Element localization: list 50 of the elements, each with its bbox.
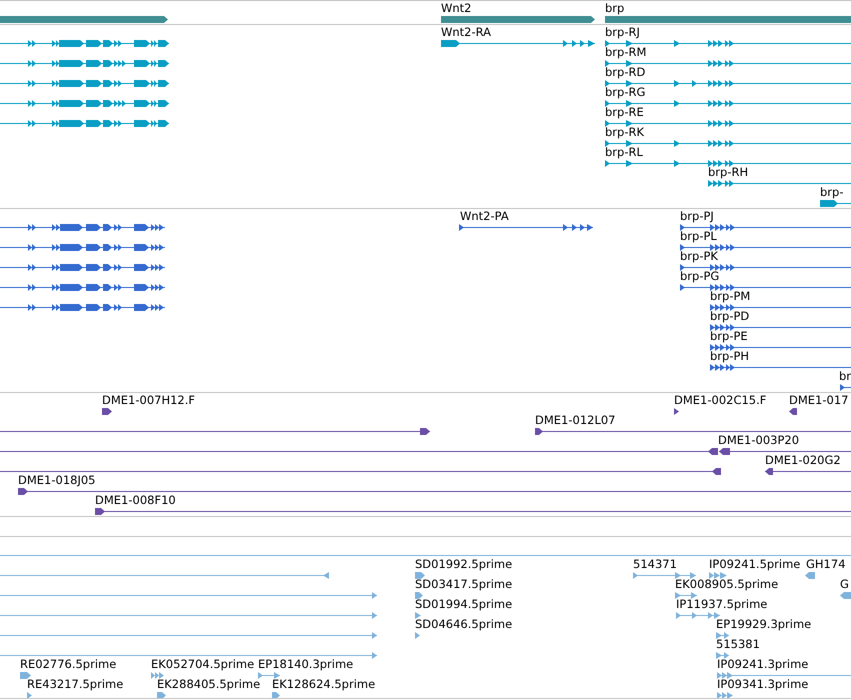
feature-label: GH174 — [806, 557, 846, 571]
feature-label: DME1-020G2 — [765, 453, 841, 467]
feature-label: DME1-007H12.F — [102, 393, 196, 407]
feature-label: brp-RD — [605, 65, 646, 79]
feature-label: brp- — [820, 185, 844, 199]
feature-label: DME1-003P20 — [718, 433, 800, 447]
feature-label: EK288405.5prime — [157, 677, 260, 691]
feature-label: SD04646.5prime — [415, 617, 512, 631]
feature-label: EK008905.5prime — [675, 577, 778, 591]
feature-label: brp-RG — [605, 85, 646, 99]
feature-label: 515381 — [716, 637, 760, 651]
feature-label: brp — [605, 1, 624, 15]
feature-label: brp-PL — [680, 229, 717, 243]
feature-label: SD01992.5prime — [415, 557, 512, 571]
feature-label: Wnt2 — [441, 1, 472, 15]
feature-label: brp-PJ — [680, 209, 714, 223]
feature-label: 514371 — [633, 557, 677, 571]
feature-label: EK052704.5prime — [151, 657, 254, 671]
feature-label: IP09241.3prime — [717, 657, 808, 671]
feature-label: brp-RM — [605, 45, 646, 59]
feature-label: RE02776.5prime — [20, 657, 116, 671]
feature-label: DME1-012L07 — [535, 413, 616, 427]
feature-label: IP11937.5prime — [676, 597, 768, 611]
feature-label: DME1-002C15.F — [674, 393, 766, 407]
feature-label: EP18140.3prime — [258, 657, 354, 671]
feature-label: Wnt2-RA — [441, 25, 492, 39]
feature-label: brp-PD — [710, 309, 750, 323]
feature-label: EP19929.3prime — [716, 617, 812, 631]
feature-label: DME1-018J05 — [18, 473, 96, 487]
feature-label: brp-PK — [680, 249, 718, 263]
feature-label: brp-RL — [605, 145, 643, 159]
feature-label: brp-PG — [680, 269, 720, 283]
feature-label: RE43217.5prime — [27, 677, 124, 691]
feature-label: IP09241.5prime — [709, 557, 800, 571]
feature-label: IP09341.3prime — [717, 677, 808, 691]
feature-label: br — [839, 369, 851, 383]
feature-label: EK128624.5prime — [272, 677, 376, 691]
feature-label: Wnt2-PA — [460, 209, 509, 223]
feature-label: G — [840, 577, 849, 591]
feature-label: brp-PE — [710, 329, 748, 343]
feature-label: brp-PH — [710, 349, 750, 363]
feature-label: brp-RK — [605, 125, 644, 139]
feature-label: brp-PM — [710, 289, 750, 303]
feature-label: brp-RE — [605, 105, 644, 119]
feature-label: brp-RJ — [605, 25, 640, 39]
feature-label: DME1-008F10 — [95, 493, 176, 507]
feature-label: SD01994.5prime — [415, 597, 512, 611]
feature-label: brp-RH — [708, 165, 748, 179]
feature-label: DME1-017 — [789, 393, 848, 407]
feature-label: SD03417.5prime — [415, 577, 512, 591]
